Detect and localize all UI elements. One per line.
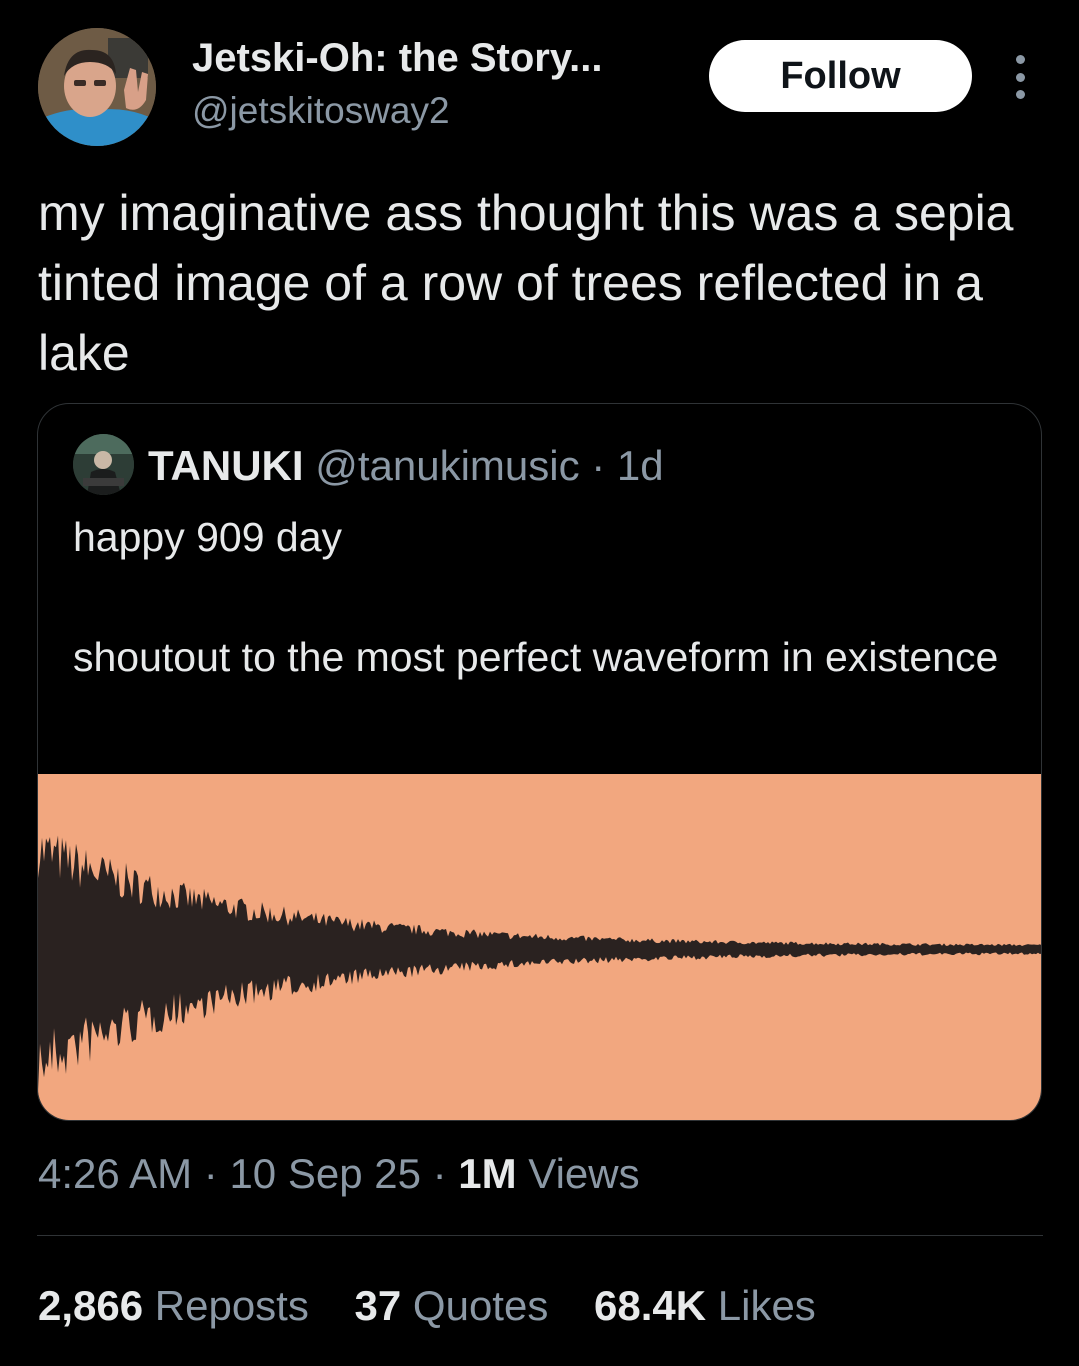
dot xyxy=(1015,55,1025,64)
more-options-icon[interactable] xyxy=(1004,55,1036,99)
quoted-author-handle[interactable]: @tanukimusic xyxy=(315,442,579,489)
waveform-graphic xyxy=(38,835,1041,1093)
divider xyxy=(37,1235,1043,1236)
views-count: 1M xyxy=(458,1150,517,1197)
meta-separator: · xyxy=(420,1150,459,1197)
quoted-separator: · xyxy=(579,442,617,489)
quoted-media-waveform[interactable] xyxy=(38,774,1041,1120)
quotes-label: Quotes xyxy=(401,1282,549,1329)
reposts-count: 2,866 xyxy=(38,1282,144,1329)
author-handle[interactable]: @jetskitosway2 xyxy=(192,90,450,132)
likes-label: Likes xyxy=(706,1282,816,1329)
waveform-shape xyxy=(38,835,1041,1093)
tweet-text: my imaginative ass thought this was a se… xyxy=(38,185,1014,381)
quoted-header: TANUKI @tanukimusic · 1d xyxy=(148,442,664,490)
quoted-age: 1d xyxy=(616,442,664,489)
reposts-label: Reposts xyxy=(143,1282,309,1329)
avatar-photo xyxy=(38,28,156,146)
quoted-author-name[interactable]: TANUKI xyxy=(148,442,304,489)
likes-stat[interactable]: 68.4K Likes xyxy=(594,1282,816,1329)
quotes-count: 37 xyxy=(354,1282,402,1329)
quoted-avatar-photo xyxy=(73,434,134,495)
post-time[interactable]: 4:26 AM xyxy=(38,1150,192,1197)
views-label: Views xyxy=(516,1150,640,1197)
quoted-tweet[interactable]: TANUKI @tanukimusic · 1d happy 909 day s… xyxy=(37,403,1042,1121)
quoted-author-avatar[interactable] xyxy=(73,434,134,495)
engagement-stats: 2,866 Reposts 37 Quotes 68.4K Likes xyxy=(38,1282,850,1330)
author-avatar[interactable] xyxy=(38,28,156,146)
post-date[interactable]: 10 Sep 25 xyxy=(229,1150,421,1197)
reposts-stat[interactable]: 2,866 Reposts xyxy=(38,1282,309,1329)
dot xyxy=(1015,72,1025,82)
dot xyxy=(1015,90,1025,99)
quoted-text: happy 909 day shoutout to the most perfe… xyxy=(73,514,999,680)
meta-separator: · xyxy=(192,1150,230,1197)
author-name[interactable]: Jetski-Oh: the Story... xyxy=(192,36,602,81)
follow-button[interactable]: Follow xyxy=(709,40,972,112)
timestamp-line: 4:26 AM · 10 Sep 25 · 1M Views xyxy=(38,1150,640,1198)
quotes-stat[interactable]: 37 Quotes xyxy=(355,1282,549,1329)
likes-count: 68.4K xyxy=(594,1282,707,1329)
